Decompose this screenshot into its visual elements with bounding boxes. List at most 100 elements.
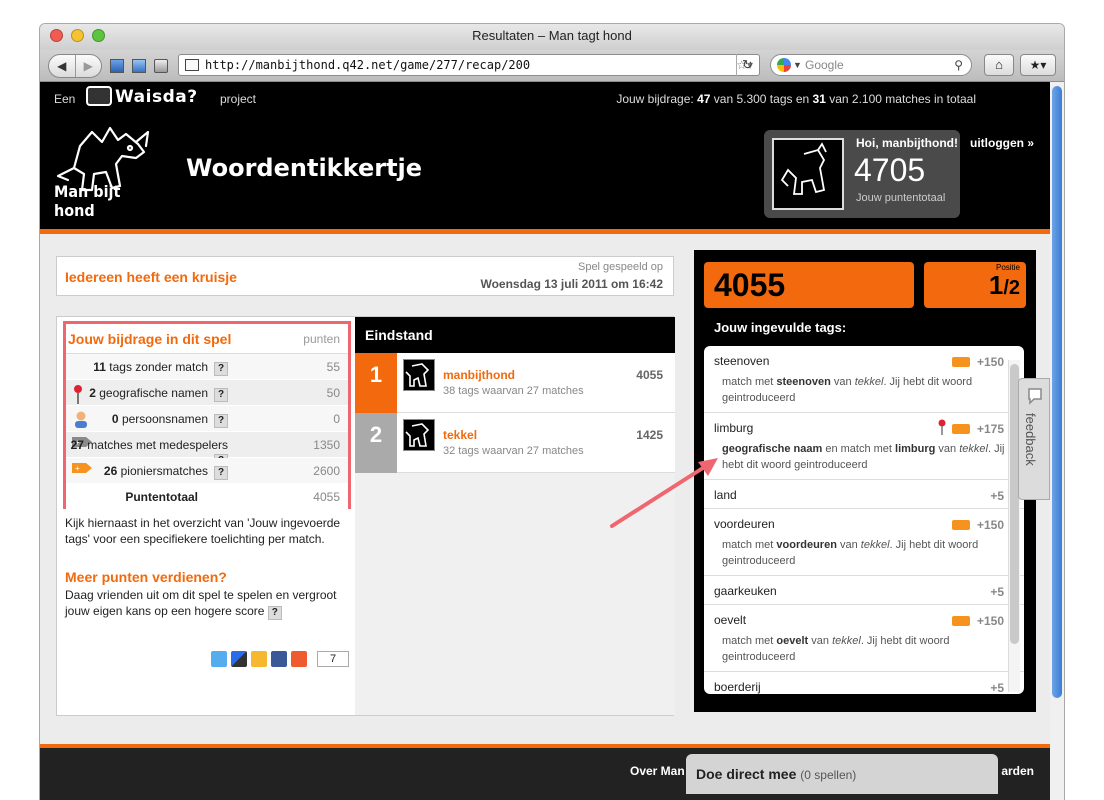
footer-about-link[interactable]: Over Man (630, 764, 685, 778)
contribution-row-text: pioniersmatches (117, 464, 208, 478)
tag-list[interactable]: steenoven +150 match met steenoven van tek… (704, 346, 1024, 694)
favicon-icon (185, 59, 199, 71)
user-total-score: 4705 (854, 152, 926, 188)
tag-item: boerderij +5 (704, 672, 1024, 694)
player-name[interactable]: tekkel (443, 428, 477, 442)
standings-row[interactable]: 2 tekkel 32 tags waarvan 27 matches 1425 (355, 413, 675, 473)
tag-description-user: tekkel (832, 635, 861, 647)
contribution-total-row: Puntentotaal 4055 (66, 484, 348, 510)
more-points-body: Daag vrienden uit om dit spel te spelen … (65, 588, 337, 618)
waisda-brand: Waisda? (115, 87, 198, 107)
site-logo[interactable]: Man bijt hond (52, 124, 162, 224)
footer-link[interactable]: arden (1001, 764, 1034, 778)
url-bar[interactable]: http://manbijthond.q42.net/game/277/reca… (178, 54, 760, 76)
tag-points: +175 (976, 422, 1004, 436)
save-icon[interactable] (132, 58, 146, 73)
google-icon (777, 58, 791, 72)
player-stats: 38 tags waarvan 27 matches (443, 385, 584, 397)
back-button[interactable]: ◀ (49, 55, 75, 77)
tag-description-type: geografische naam (722, 443, 823, 455)
player-avatar[interactable] (403, 359, 435, 391)
game-score: 4055 (704, 262, 914, 308)
print-icon[interactable] (154, 58, 168, 73)
position-rank: 1 (988, 270, 1004, 300)
twitter-icon[interactable] (211, 651, 227, 667)
search-icon[interactable]: ⚲ (954, 55, 963, 75)
dog-avatar-icon (780, 142, 827, 195)
player-stats: 32 tags waarvan 27 matches (443, 445, 584, 457)
help-button[interactable]: ? (214, 414, 228, 428)
feedback-tab[interactable]: feedback (1018, 378, 1050, 500)
page-scroll-thumb[interactable] (1052, 86, 1062, 698)
window-title: Resultaten – Man tagt hond (472, 28, 632, 43)
pioneer-tag-icon: + (72, 462, 92, 480)
delicious-icon[interactable] (231, 651, 247, 667)
contribution-row: +26 pioniersmatches? 2600 (66, 458, 348, 484)
contribution-row-label: 26 pioniersmatches? (104, 464, 228, 480)
contribution-row-text: tags zonder match (105, 360, 208, 374)
standings-title: Eindstand (355, 317, 675, 353)
position-value: 1/2 (989, 270, 1020, 301)
window-icon[interactable] (110, 58, 124, 73)
logout-link[interactable]: uitloggen » (970, 136, 1034, 150)
favorite-icon[interactable] (251, 651, 267, 667)
project-strip: Een Waisda? project Jouw bijdrage: 47 va… (40, 82, 1064, 116)
join-now-panel[interactable]: Doe direct mee (0 spellen) (686, 754, 998, 794)
explanation-text: Kijk hiernaast in het overzicht van 'Jou… (65, 516, 341, 546)
page-scrollbar[interactable] (1050, 82, 1064, 800)
help-button[interactable]: ? (214, 362, 228, 376)
bookmarks-button[interactable]: ★▾ (1020, 54, 1056, 76)
tag-points: +150 (976, 614, 1004, 628)
player-avatar[interactable] (403, 419, 435, 451)
zoom-window-button[interactable] (92, 29, 105, 42)
tag-description: match met oevelt van tekkel. Jij hebt di… (722, 635, 950, 663)
tag-points: +5 (990, 489, 1004, 503)
tag-item: voordeuren +150 match met voordeuren van t… (704, 509, 1024, 576)
chevron-down-icon[interactable]: ▼ (793, 55, 802, 75)
waisda-logo[interactable]: Waisda? (86, 86, 198, 107)
browser-toolbar: ◀ ▶ http://manbijthond.q42.net/game/277/… (40, 50, 1064, 82)
player-name[interactable]: manbijthond (443, 368, 515, 382)
more-points-text: Daag vrienden uit om dit spel te spelen … (65, 587, 355, 620)
url-text: http://manbijthond.q42.net/game/277/reca… (205, 58, 531, 72)
close-window-button[interactable] (50, 29, 63, 42)
person-icon (72, 410, 90, 428)
tag-description-word: steenoven (776, 376, 831, 388)
help-button[interactable]: ? (267, 606, 282, 620)
help-button[interactable]: ? (214, 466, 228, 480)
tag-item: land +5 (704, 480, 1024, 509)
contribution-row-points: 1350 (313, 438, 340, 452)
tag-item: oevelt +150 match met oevelt van tekkel. J… (704, 605, 1024, 672)
forward-button[interactable]: ▶ (74, 54, 102, 77)
reload-icon[interactable]: ↻ (736, 54, 758, 76)
contribution-header: Jouw bijdrage in dit spel punten (66, 324, 348, 354)
pioneer-tag-icon (952, 616, 970, 626)
join-now-title: Doe direct mee (696, 766, 797, 782)
game-info-card: Iedereen heeft een kruisje Spel gespeeld… (56, 256, 674, 296)
browser-window: Resultaten – Man tagt hond ◀ ▶ http://ma… (40, 24, 1064, 800)
minimize-window-button[interactable] (71, 29, 84, 42)
standings-panel: Eindstand 1 manbijthond 38 tags waarvan 27… (355, 317, 675, 715)
addthis-icon[interactable] (291, 651, 307, 667)
position-total: /2 (1003, 277, 1020, 299)
contribution-row-points: 0 (333, 412, 340, 426)
help-button[interactable]: ? (214, 388, 228, 402)
contribution-row-label: 2 geografische namen? (89, 386, 228, 402)
results-card: Jouw bijdrage in dit spel punten 11 tags… (56, 316, 675, 716)
matches-count: 31 (812, 92, 826, 106)
standings-row[interactable]: 1 manbijthond 38 tags waarvan 27 matches 40… (355, 353, 675, 413)
tv-icon (86, 86, 112, 106)
search-field[interactable]: ▼ Google ⚲ (770, 54, 972, 76)
home-button[interactable]: ⌂ (984, 54, 1014, 76)
facebook-icon[interactable] (271, 651, 287, 667)
search-placeholder: Google (805, 58, 844, 72)
tag-points: +5 (990, 681, 1004, 694)
contribution-row-text: persoonsnamen (118, 412, 208, 426)
user-avatar[interactable] (772, 138, 844, 210)
tag-item: gaarkeuken +5 (704, 576, 1024, 605)
position-box: Positie 1/2 (924, 262, 1026, 308)
tag-item: steenoven +150 match met steenoven van tek… (704, 346, 1024, 413)
contribution-row-count: 26 (103, 464, 118, 478)
tag-name: boerderij (714, 680, 761, 694)
user-panel: Hoi, manbijthond! 4705 Jouw puntentotaal (764, 130, 960, 218)
